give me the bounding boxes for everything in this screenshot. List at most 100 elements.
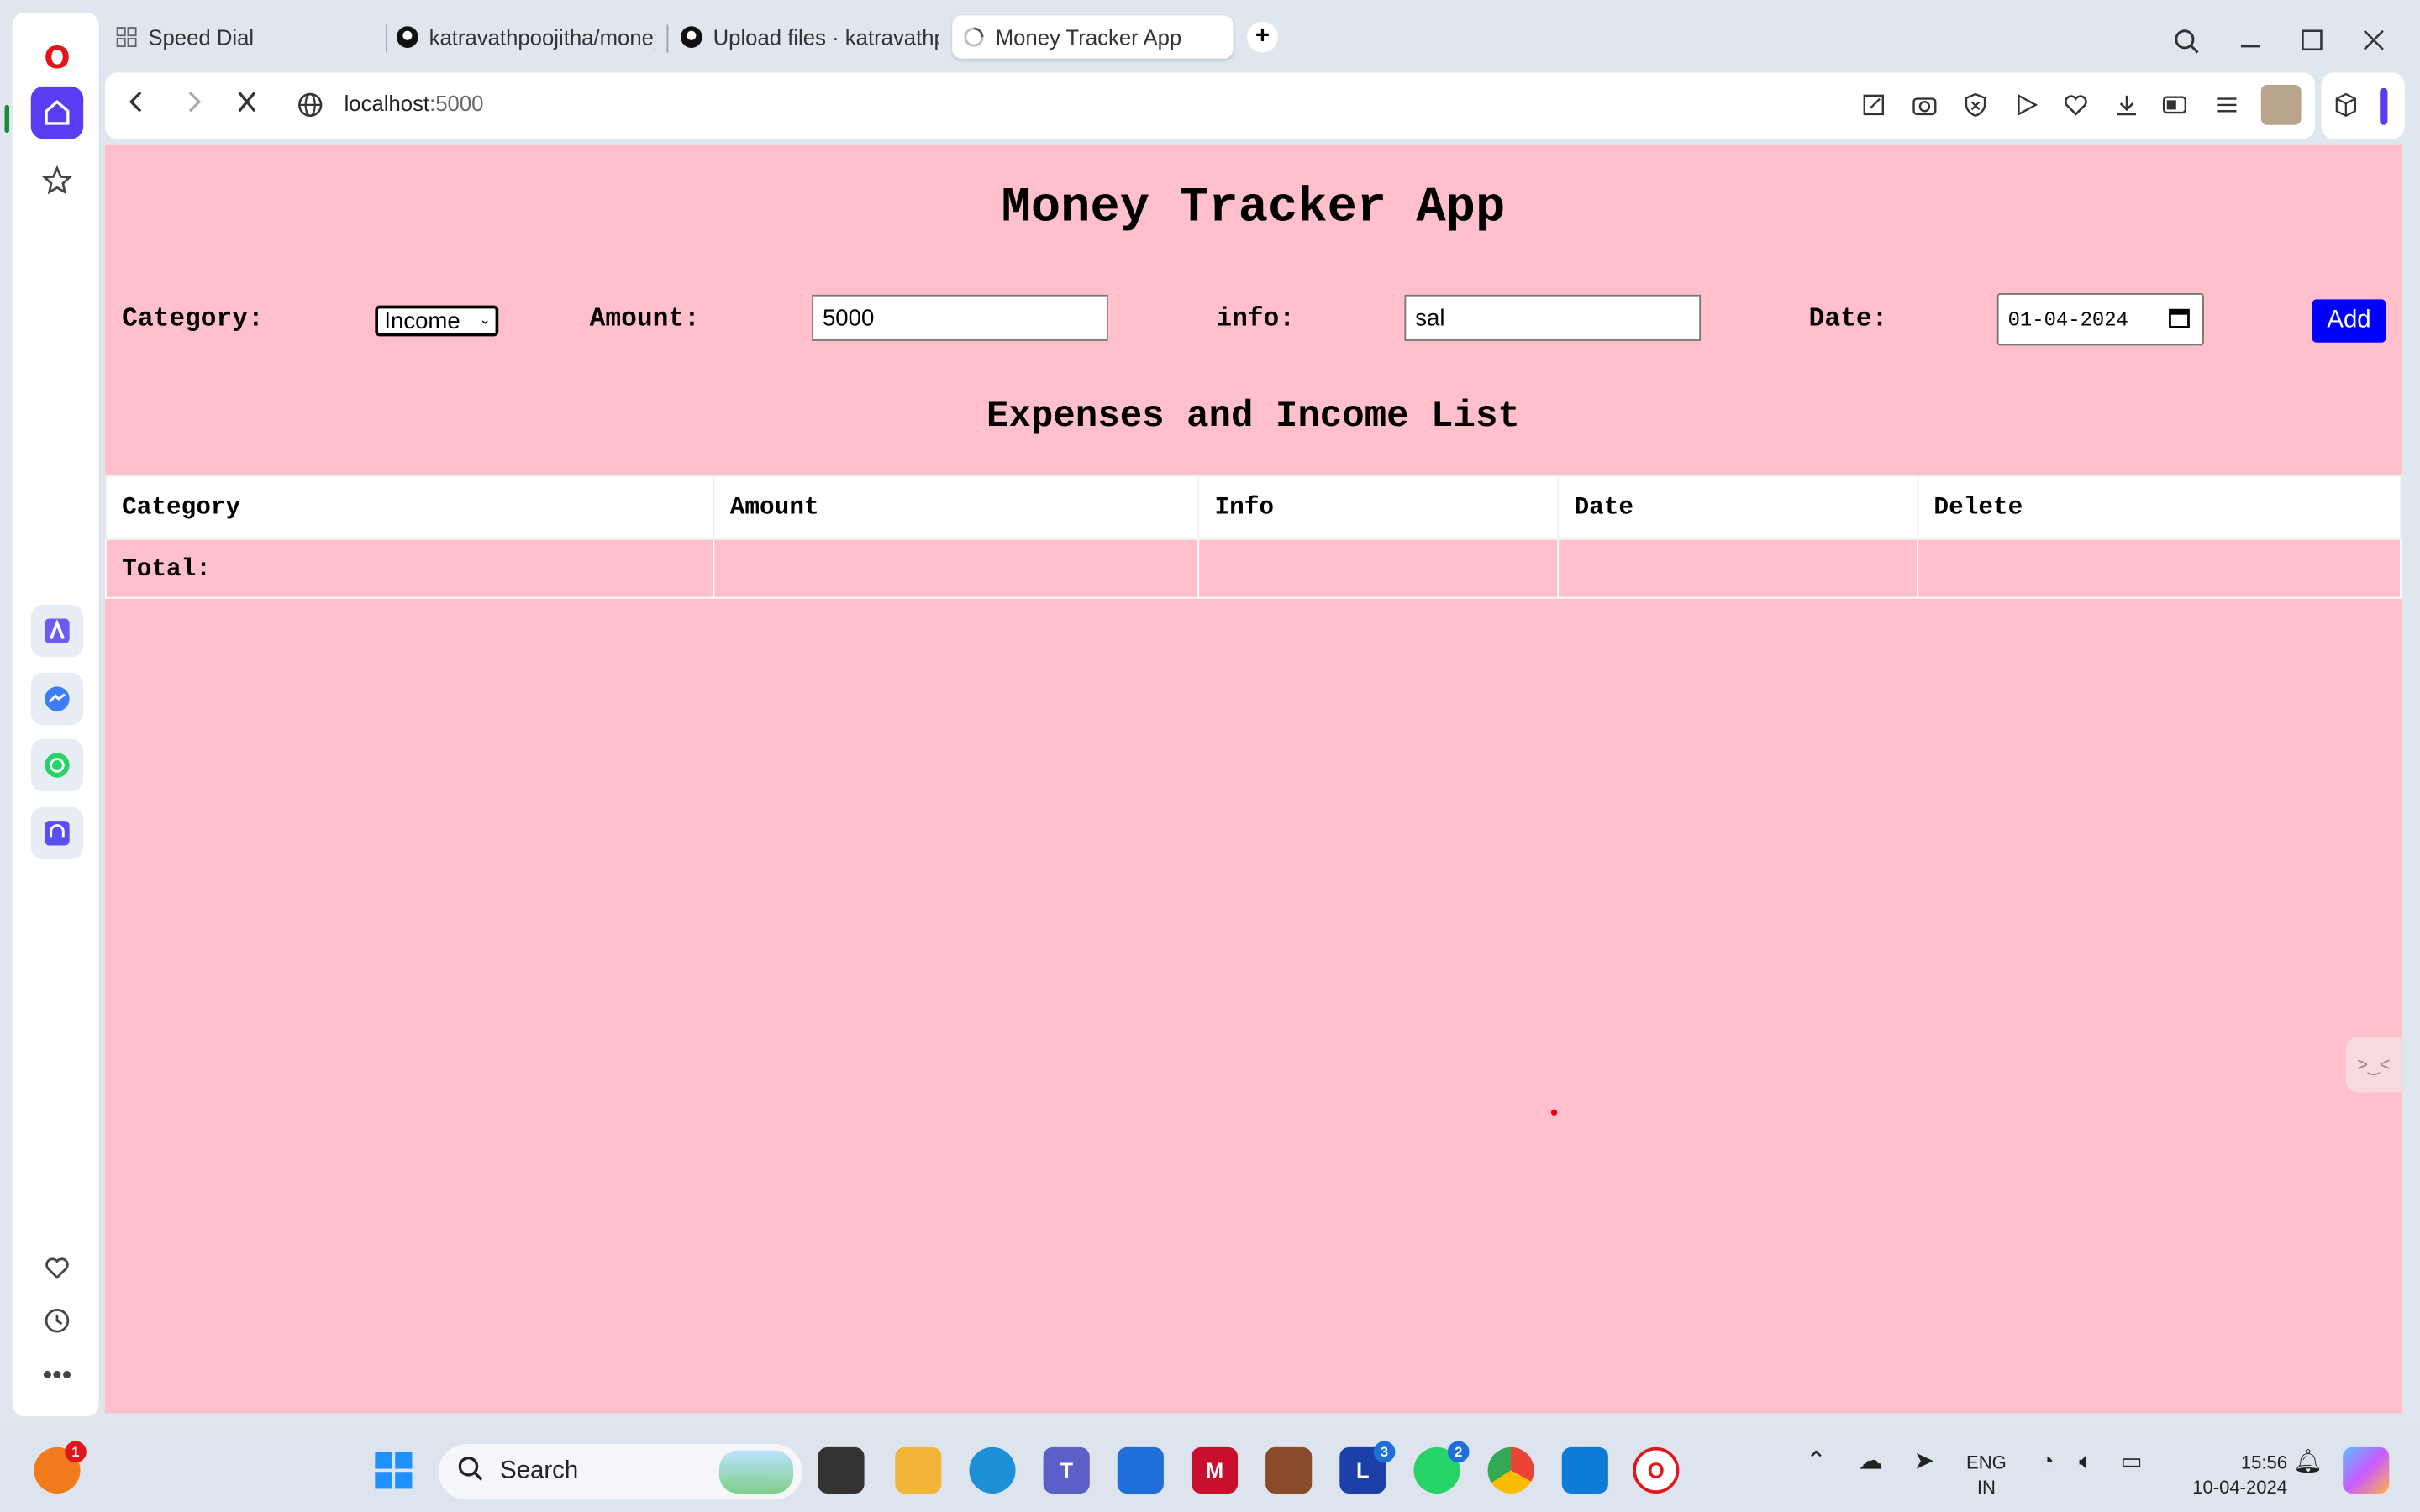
- info-input[interactable]: sal: [1404, 294, 1702, 341]
- adblock-shield-icon[interactable]: [1960, 90, 1991, 121]
- chevron-down-icon: ⌄: [479, 312, 492, 328]
- date-input[interactable]: 01-04-2024: [1996, 292, 2204, 346]
- maximize-icon[interactable]: [2300, 28, 2324, 60]
- location-icon[interactable]: ➤: [1914, 1450, 1935, 1475]
- game-app-icon[interactable]: [1265, 1446, 1313, 1494]
- download-icon[interactable]: [2112, 90, 2143, 121]
- whatsapp-taskbar-icon[interactable]: 2: [1413, 1441, 1470, 1494]
- teams-icon[interactable]: T: [1043, 1446, 1090, 1494]
- date-value: 01-04-2024: [2007, 307, 2128, 331]
- grid-icon: [114, 24, 139, 49]
- windows-taskbar: 1 Search T M L 3 2 O ⌃ ☁ ➤ ENG IN ◔ 🔈︎ ▭…: [0, 1431, 2420, 1512]
- total-date-cell: [1557, 538, 1919, 599]
- chevron-up-icon[interactable]: ⌃: [1806, 1450, 1827, 1475]
- battery-saver-icon[interactable]: [2160, 90, 2191, 121]
- history-clock-icon[interactable]: [31, 1294, 83, 1347]
- page-title: Money Tracker App: [1001, 179, 1506, 237]
- file-explorer-icon[interactable]: [895, 1446, 942, 1494]
- search-tabs-icon[interactable]: [2173, 28, 2201, 63]
- language-indicator[interactable]: ENG IN: [1966, 1451, 2007, 1500]
- tab-title: Money Tracker App: [995, 24, 1182, 50]
- chrome-icon[interactable]: [1487, 1446, 1534, 1494]
- back-arrow-icon[interactable]: [124, 88, 148, 123]
- app-badge: 2: [1447, 1441, 1470, 1463]
- weather-widget-icon[interactable]: 1: [34, 1441, 87, 1494]
- tab-divider: [666, 24, 669, 53]
- star-icon[interactable]: [31, 155, 83, 207]
- forward-arrow-icon[interactable]: [182, 88, 207, 123]
- tab-github-repo[interactable]: katravathpoojitha/money-: [395, 15, 655, 58]
- add-button[interactable]: Add: [2312, 299, 2386, 343]
- taskbar-search-box[interactable]: Search: [438, 1444, 803, 1500]
- sidebar-panel-toggle[interactable]: [2380, 87, 2388, 125]
- notification-bell-icon[interactable]: 🔔︎: [2293, 1450, 2323, 1475]
- music-player-icon[interactable]: [30, 806, 84, 860]
- windows-start-icon[interactable]: [371, 1447, 417, 1494]
- ai-panel-tab-icon[interactable]: >‿<: [2345, 1037, 2402, 1093]
- total-label: Total:: [104, 538, 715, 599]
- list-title: Expenses and Income List: [986, 396, 1520, 438]
- send-flow-icon[interactable]: [2011, 90, 2042, 121]
- column-header-category: Category: [104, 475, 715, 540]
- tab-money-tracker[interactable]: Money Tracker App: [952, 15, 1234, 59]
- total-row: Total:: [104, 538, 2402, 599]
- home-icon[interactable]: [30, 86, 84, 139]
- bookmark-heart-icon[interactable]: [2060, 90, 2091, 121]
- aria-ai-icon[interactable]: [30, 605, 84, 658]
- tab-upload-files[interactable]: Upload files · katravathpoo: [679, 15, 939, 58]
- volume-icon[interactable]: 🔈︎: [2079, 1450, 2093, 1475]
- more-dots-icon[interactable]: •••: [31, 1348, 83, 1400]
- total-delete-cell: [1917, 538, 2402, 599]
- heart-icon[interactable]: [31, 1242, 83, 1294]
- info-value: sal: [1415, 304, 1445, 331]
- camera-icon[interactable]: [1909, 90, 1940, 121]
- clock[interactable]: 15:56 10-04-2024: [2170, 1451, 2287, 1500]
- app-badge: 3: [1373, 1441, 1396, 1463]
- battery-icon[interactable]: ▭: [2121, 1450, 2143, 1475]
- clock-time: 15:56: [2240, 1452, 2288, 1474]
- stop-loading-icon[interactable]: [234, 88, 259, 123]
- messenger-icon[interactable]: [30, 672, 84, 726]
- mcafee-icon[interactable]: M: [1191, 1446, 1239, 1494]
- category-select[interactable]: Income ⌄: [375, 305, 499, 337]
- opera-logo-icon[interactable]: O: [31, 31, 83, 83]
- category-selected-value: Income: [384, 307, 460, 334]
- money-tracker-page: Money Tracker App Category: Income ⌄ Amo…: [104, 144, 2402, 1414]
- calendar-icon[interactable]: [2169, 307, 2191, 335]
- onedrive-cloud-icon[interactable]: ☁: [1858, 1450, 1882, 1475]
- minimize-icon[interactable]: [2238, 28, 2262, 60]
- github-icon: [679, 24, 703, 49]
- new-tab-plus-icon[interactable]: +: [1247, 21, 1278, 53]
- notification-badge: 1: [65, 1441, 87, 1463]
- tab-title: Speed Dial: [148, 24, 255, 50]
- task-view-icon[interactable]: [818, 1446, 865, 1494]
- date-label: Date:: [1808, 305, 1888, 335]
- amount-value: 5000: [822, 304, 875, 331]
- opera-taskbar-icon[interactable]: O: [1633, 1446, 1680, 1494]
- search-placeholder: Search: [500, 1457, 579, 1484]
- cursor-dot: [1550, 1109, 1558, 1116]
- github-icon: [395, 24, 419, 49]
- tab-bar: Speed Dial katravathpoojitha/money- Uplo…: [105, 9, 2420, 61]
- active-indicator: [4, 104, 10, 133]
- close-window-icon[interactable]: [2361, 28, 2386, 60]
- microsoft-store-icon[interactable]: [1117, 1446, 1164, 1494]
- l-app-icon[interactable]: L 3: [1339, 1441, 1396, 1494]
- amount-input[interactable]: 5000: [812, 294, 1108, 341]
- extensions-cube-icon[interactable]: [2330, 90, 2361, 121]
- transactions-table: Category Amount Info Date Delete Total:: [104, 475, 2402, 599]
- vscode-icon[interactable]: [1561, 1446, 1608, 1494]
- category-label: Category:: [122, 305, 264, 335]
- edge-icon[interactable]: [969, 1446, 1016, 1494]
- whatsapp-icon[interactable]: [30, 738, 84, 792]
- easy-setup-icon[interactable]: [2212, 90, 2243, 121]
- region-code: IN: [1976, 1476, 1996, 1499]
- browser-sidebar: O •••: [12, 12, 99, 1417]
- profile-avatar[interactable]: [2260, 85, 2302, 125]
- wifi-icon[interactable]: ◔: [2040, 1450, 2054, 1475]
- url-text[interactable]: localhost:5000: [345, 91, 484, 115]
- copilot-icon[interactable]: [2343, 1446, 2390, 1494]
- tab-speed-dial[interactable]: Speed Dial: [114, 15, 376, 58]
- edit-icon[interactable]: [1858, 90, 1889, 121]
- search-icon: [457, 1454, 485, 1489]
